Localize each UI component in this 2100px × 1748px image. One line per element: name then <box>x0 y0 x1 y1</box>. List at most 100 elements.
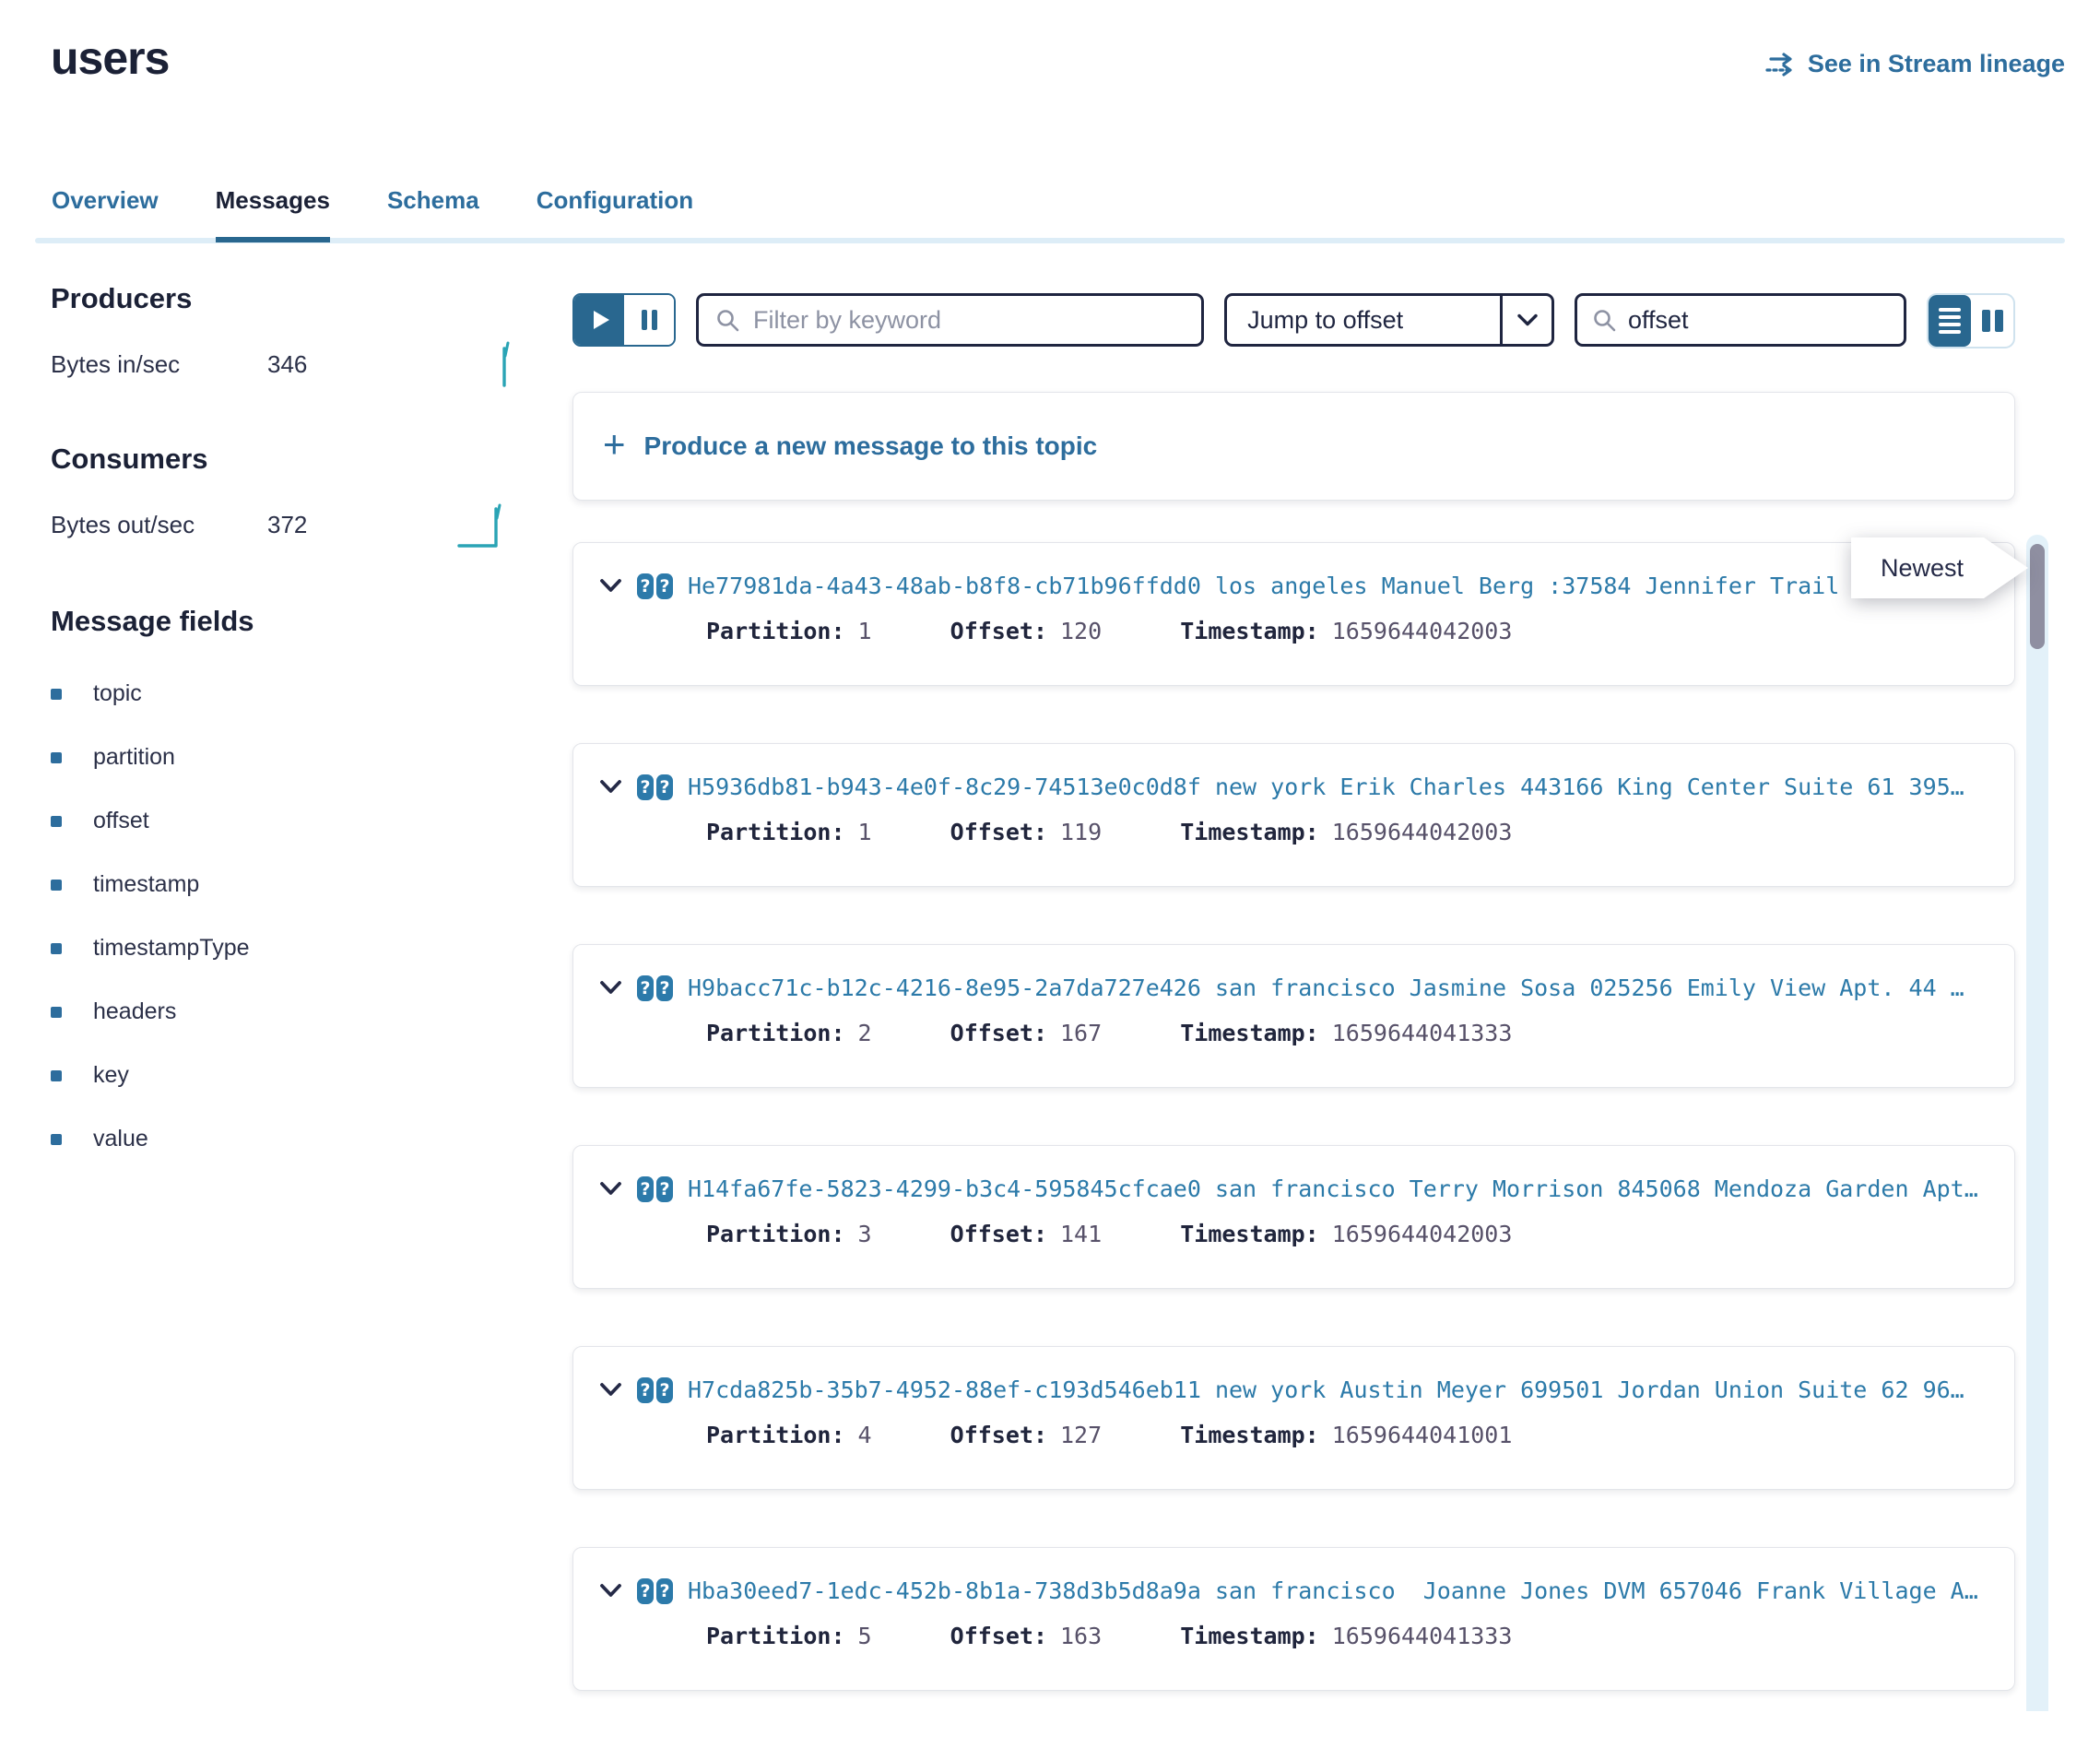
expand-chevron-icon[interactable] <box>599 578 622 594</box>
field-item-value[interactable]: value <box>51 1107 516 1171</box>
field-bullet-icon <box>51 752 62 763</box>
timestamp-value: 1659644042003 <box>1332 618 1513 644</box>
field-item-offset[interactable]: offset <box>51 789 516 853</box>
bytes-out-value: 372 <box>267 511 307 539</box>
timestamp-value: 1659644041001 <box>1332 1422 1513 1448</box>
message-summary: H5936db81-b943-4e0f-8c29-74513e0c0d8f ne… <box>688 774 1990 800</box>
bytes-in-value: 346 <box>267 350 307 379</box>
timestamp-value: 1659644041333 <box>1332 1020 1513 1046</box>
message-row[interactable]: ? ? H14fa67fe-5823-4299-b3c4-595845cfcae… <box>572 1145 2015 1289</box>
timestamp-value: 1659644041333 <box>1332 1623 1513 1649</box>
offset-value: 141 <box>1060 1221 1102 1247</box>
field-item-headers[interactable]: headers <box>51 980 516 1044</box>
tab-bar: Overview Messages Schema Configuration <box>52 186 693 242</box>
key-glyph-icon: ? ? <box>637 1176 673 1202</box>
message-summary: Hba30eed7-1edc-452b-8b1a-738d3b5d8a9a sa… <box>688 1577 1990 1604</box>
field-item-partition[interactable]: partition <box>51 726 516 789</box>
stream-lineage-label: See in Stream lineage <box>1808 50 2065 78</box>
partition-value: 2 <box>858 1020 872 1046</box>
scroll-position-tooltip: Newest <box>1851 537 2028 598</box>
partition-value: 3 <box>858 1221 872 1247</box>
message-list-scrollbar-track[interactable] <box>2026 535 2048 1711</box>
producers-heading: Producers <box>51 282 516 315</box>
expand-chevron-icon[interactable] <box>599 1181 622 1197</box>
page-title: users <box>51 31 169 85</box>
offset-value: 163 <box>1060 1623 1102 1649</box>
expand-chevron-icon[interactable] <box>599 980 622 996</box>
message-meta: Partition:5 Offset:163 Timestamp:1659644… <box>706 1623 1990 1649</box>
scroll-position-tooltip-body: Newest <box>1851 537 2028 598</box>
column-view-button[interactable] <box>1971 295 2013 347</box>
partition-value: 4 <box>858 1422 872 1448</box>
jump-to-offset-label: Jump to offset <box>1227 296 1500 344</box>
message-row[interactable]: ? ? H5936db81-b943-4e0f-8c29-74513e0c0d8… <box>572 743 2015 887</box>
expand-chevron-icon[interactable] <box>599 1583 622 1599</box>
message-row[interactable]: ? ? Hba30eed7-1edc-452b-8b1a-738d3b5d8a9… <box>572 1547 2015 1691</box>
key-glyph-icon: ? ? <box>637 1377 673 1403</box>
bytes-in-row: Bytes in/sec 346 <box>51 339 516 389</box>
field-item-timestampType[interactable]: timestampType <box>51 916 516 980</box>
metrics-sidebar: Producers Bytes in/sec 346 Consumers Byt… <box>51 282 516 1171</box>
keyword-filter-input[interactable] <box>753 306 1185 335</box>
tab-configuration[interactable]: Configuration <box>537 186 693 242</box>
key-glyph-icon: ? ? <box>637 975 673 1001</box>
expand-chevron-icon[interactable] <box>599 1382 622 1398</box>
field-bullet-icon <box>51 1007 62 1018</box>
tab-messages[interactable]: Messages <box>216 186 330 242</box>
play-icon <box>594 311 609 329</box>
expand-chevron-icon[interactable] <box>599 779 622 795</box>
jump-to-offset-select[interactable]: Jump to offset <box>1224 293 1554 347</box>
message-list-scrollbar-thumb[interactable] <box>2030 544 2045 649</box>
play-button[interactable] <box>574 295 624 345</box>
column-view-icon <box>1982 310 2003 332</box>
key-glyph-icon: ? ? <box>637 573 673 599</box>
bytes-out-label: Bytes out/sec <box>51 511 267 539</box>
timestamp-value: 1659644042003 <box>1332 1221 1513 1247</box>
pause-button[interactable] <box>624 295 674 345</box>
offset-search-input[interactable] <box>1628 306 1954 335</box>
chevron-down-icon <box>1500 296 1551 344</box>
field-bullet-icon <box>51 1070 62 1081</box>
bytes-out-row: Bytes out/sec 372 <box>51 500 516 549</box>
offset-search <box>1575 293 1906 347</box>
message-row[interactable]: ? ? H7cda825b-35b7-4952-88ef-c193d546eb1… <box>572 1346 2015 1490</box>
search-icon <box>1592 308 1617 333</box>
field-item-timestamp[interactable]: timestamp <box>51 853 516 916</box>
produce-message-label: Produce a new message to this topic <box>644 431 1098 461</box>
message-row[interactable]: ? ? He77981da-4a43-48ab-b8f8-cb71b96ffdd… <box>572 542 2015 686</box>
pause-icon <box>642 310 647 330</box>
field-bullet-icon <box>51 880 62 891</box>
bytes-in-label: Bytes in/sec <box>51 350 267 379</box>
message-meta: Partition:4 Offset:127 Timestamp:1659644… <box>706 1422 1990 1448</box>
message-meta: Partition:1 Offset:120 Timestamp:1659644… <box>706 618 1990 644</box>
offset-value: 119 <box>1060 819 1102 845</box>
message-row[interactable]: ? ? H9bacc71c-b12c-4216-8e95-2a7da727e42… <box>572 944 2015 1088</box>
message-meta: Partition:2 Offset:167 Timestamp:1659644… <box>706 1020 1990 1046</box>
stream-lineage-link[interactable]: See in Stream lineage <box>1765 50 2065 78</box>
field-bullet-icon <box>51 816 62 827</box>
offset-value: 127 <box>1060 1422 1102 1448</box>
key-glyph-icon: ? ? <box>637 1578 673 1604</box>
plus-icon: + <box>603 425 626 464</box>
produce-message-button[interactable]: + Produce a new message to this topic <box>572 392 2015 501</box>
field-item-topic[interactable]: topic <box>51 662 516 726</box>
timestamp-value: 1659644042003 <box>1332 819 1513 845</box>
message-summary: H9bacc71c-b12c-4216-8e95-2a7da727e426 sa… <box>688 974 1990 1001</box>
message-summary: He77981da-4a43-48ab-b8f8-cb71b96ffdd0 lo… <box>688 573 1990 599</box>
tab-overview[interactable]: Overview <box>52 186 159 242</box>
list-view-button[interactable] <box>1929 295 1971 347</box>
field-item-key[interactable]: key <box>51 1044 516 1107</box>
partition-value: 5 <box>858 1623 872 1649</box>
message-summary: H7cda825b-35b7-4952-88ef-c193d546eb11 ne… <box>688 1376 1990 1403</box>
bytes-out-sparkline <box>457 500 516 549</box>
message-meta: Partition:1 Offset:119 Timestamp:1659644… <box>706 819 1990 845</box>
tab-schema[interactable]: Schema <box>387 186 479 242</box>
offset-value: 167 <box>1060 1020 1102 1046</box>
partition-value: 1 <box>858 819 872 845</box>
message-meta: Partition:3 Offset:141 Timestamp:1659644… <box>706 1221 1990 1247</box>
message-fields-list: topic partition offset timestamp timesta… <box>51 662 516 1171</box>
field-bullet-icon <box>51 1134 62 1145</box>
messages-toolbar: Jump to offset <box>572 293 2015 347</box>
list-view-icon <box>1939 308 1961 334</box>
view-mode-toggle <box>1927 293 2015 348</box>
